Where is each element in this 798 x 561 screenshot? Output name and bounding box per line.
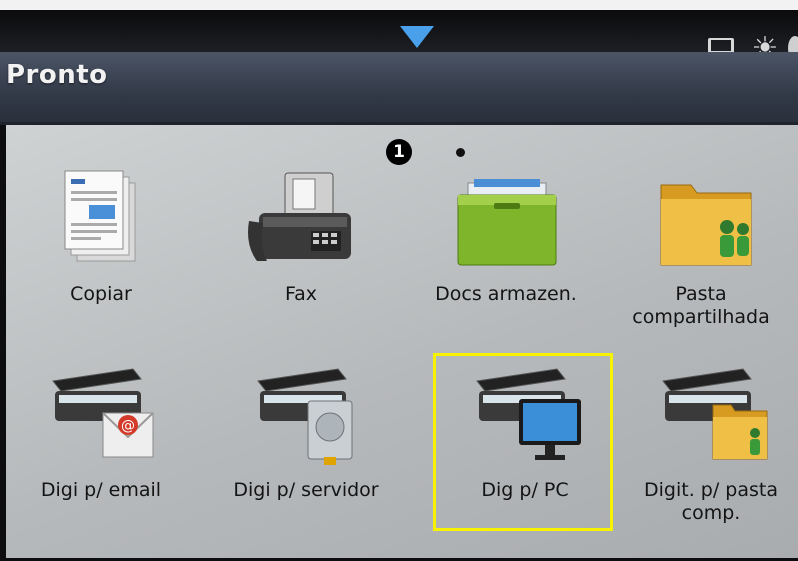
app-label: Fax	[284, 283, 318, 305]
app-docs-armazen[interactable]: Docs armazen.	[411, 165, 601, 365]
stored-docs-box-icon	[457, 179, 557, 266]
scan-to-email-icon: @	[52, 368, 154, 458]
selection-highlight	[433, 353, 613, 531]
app-grid: 1 Copiar Fax Docs armazen. Pasta compart…	[6, 125, 798, 558]
app-fax[interactable]: Fax	[206, 165, 396, 365]
top-strip	[0, 0, 798, 10]
app-label: Pasta compartilhada	[632, 283, 770, 328]
app-label: Digi p/ servidor	[233, 479, 379, 501]
page-dot[interactable]	[456, 148, 465, 157]
fax-machine-icon	[248, 172, 351, 261]
scan-to-shared-folder-icon	[662, 368, 768, 460]
scan-to-server-icon	[257, 368, 353, 465]
copy-document-icon	[64, 170, 136, 262]
title-bar: Pronto	[0, 52, 798, 125]
page-dot-current[interactable]: 1	[386, 139, 412, 165]
app-digi-servidor[interactable]: Digi p/ servidor	[211, 361, 401, 561]
app-digit-pasta-comp[interactable]: Digit. p/ pasta comp.	[616, 361, 798, 561]
app-label: Docs armazen.	[435, 283, 577, 305]
app-digi-email[interactable]: @ Digi p/ email	[6, 361, 196, 561]
svg-text:@: @	[121, 418, 135, 434]
app-copiar[interactable]: Copiar	[6, 165, 196, 365]
status-bar: ☀	[0, 10, 798, 66]
app-label: Digit. p/ pasta comp.	[644, 479, 778, 524]
page-title: Pronto	[6, 60, 108, 90]
down-arrow-tab-icon[interactable]	[400, 26, 434, 48]
shared-folder-icon	[660, 184, 752, 266]
app-label: Digi p/ email	[40, 479, 162, 501]
app-pasta-compartilhada[interactable]: Pasta compartilhada	[606, 165, 796, 365]
app-label: Copiar	[70, 283, 132, 305]
